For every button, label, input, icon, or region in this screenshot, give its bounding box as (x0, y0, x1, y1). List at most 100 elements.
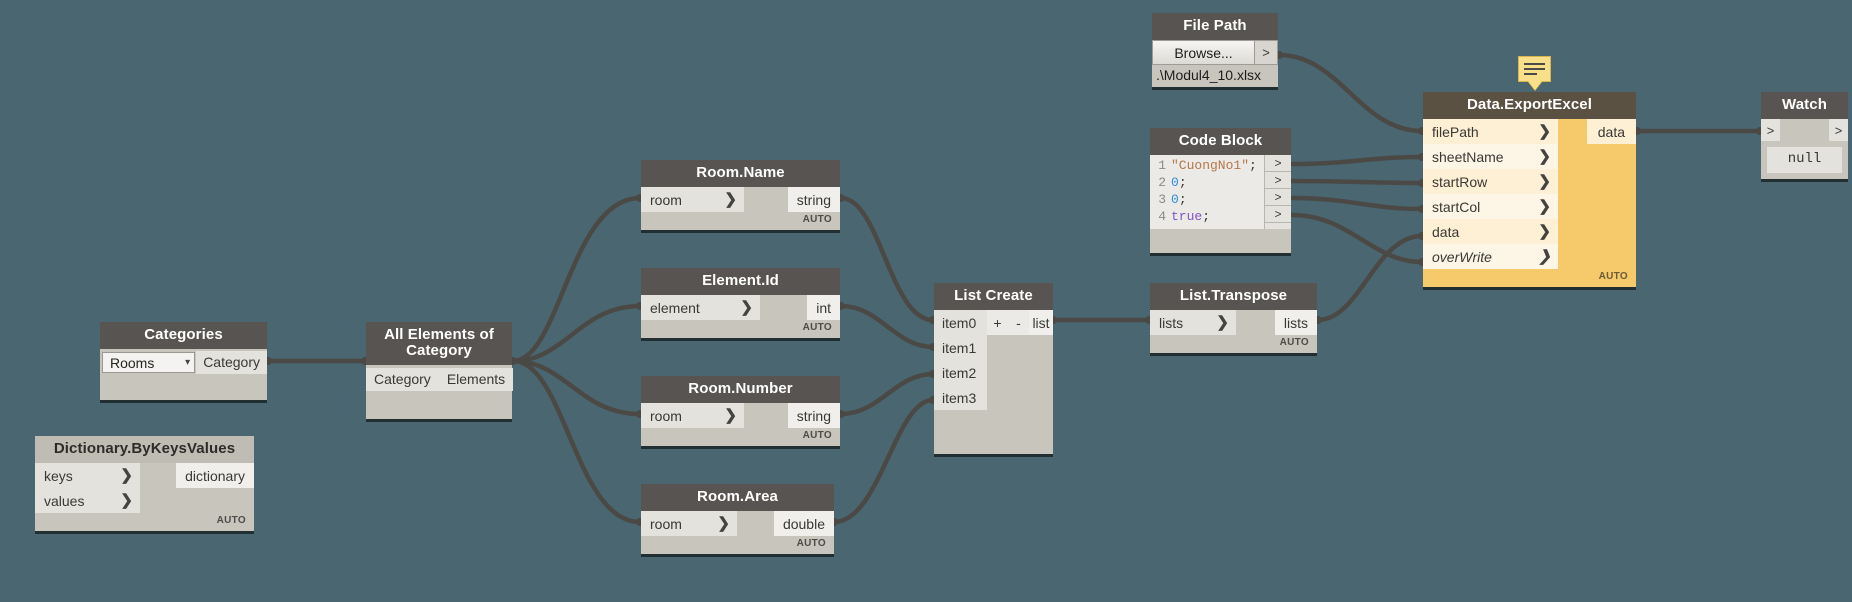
output-port-caret-1[interactable]: > (1265, 172, 1291, 189)
input-port-room[interactable]: room ❯ (641, 511, 737, 536)
output-port-string[interactable]: string (787, 187, 840, 212)
node-room-name[interactable]: Room.Name room ❯ string AUTO (641, 160, 840, 230)
node-gap (1780, 119, 1829, 141)
note-icon[interactable] (1518, 56, 1551, 90)
node-categories[interactable]: Categories Rooms ▾ Category (100, 322, 267, 400)
input-port-values[interactable]: values ❯ (35, 488, 140, 513)
code-token-terminator: ; (1202, 209, 1211, 224)
output-port-double[interactable]: double (773, 511, 834, 536)
wire-layer (264, 51, 1764, 526)
node-element-id[interactable]: Element.Id element ❯ int AUTO (641, 268, 840, 338)
input-port-item2[interactable]: item2 (934, 360, 987, 385)
chevron-right-icon: ❯ (1538, 173, 1551, 190)
input-port-caret[interactable]: > (1761, 119, 1780, 141)
dynamo-canvas[interactable]: Categories Rooms ▾ Category All Elements… (0, 0, 1852, 602)
node-title: List.Transpose (1150, 283, 1317, 310)
output-port-category[interactable]: Category (196, 351, 267, 374)
input-port-label: room (650, 191, 682, 208)
node-gap (737, 511, 774, 536)
chevron-right-icon: ❯ (717, 515, 730, 532)
input-port-label: element (650, 299, 700, 316)
output-port-elements[interactable]: Elements (438, 368, 514, 391)
code-token-terminator: ; (1178, 192, 1187, 207)
node-footer-auto: AUTO (1423, 269, 1636, 287)
input-port-label: room (650, 407, 682, 424)
node-title: Data.ExportExcel (1423, 92, 1636, 119)
input-port-startrow[interactable]: startRow ❯ (1423, 169, 1558, 194)
node-data-export-excel[interactable]: Data.ExportExcel filePath ❯ data sheetNa… (1423, 92, 1636, 287)
node-gap (760, 295, 807, 320)
dropdown-value: Rooms (110, 354, 155, 371)
remove-input-button[interactable]: - (1008, 310, 1029, 335)
browse-button[interactable]: Browse... (1152, 40, 1255, 65)
node-room-number[interactable]: Room.Number room ❯ string AUTO (641, 376, 840, 446)
input-port-overwrite[interactable]: overWrite ❯ (1423, 244, 1558, 269)
output-port-gutter: > > > > (1264, 155, 1291, 229)
node-dictionary-by-keys-values[interactable]: Dictionary.ByKeysValues keys ❯ dictionar… (35, 436, 254, 531)
node-title: All Elements of Category (366, 322, 512, 365)
chevron-right-icon: ❯ (1538, 248, 1551, 265)
node-pad (366, 391, 512, 419)
add-input-button[interactable]: + (987, 310, 1008, 335)
node-title: Categories (100, 322, 267, 349)
node-pad (1150, 229, 1291, 253)
node-room-area[interactable]: Room.Area room ❯ double AUTO (641, 484, 834, 554)
output-port-caret[interactable]: > (1255, 40, 1278, 65)
input-port-label: startCol (1432, 198, 1481, 215)
input-port-label: filePath (1432, 123, 1479, 140)
code-line: 2 0; (1150, 174, 1264, 191)
line-number: 1 (1158, 158, 1166, 173)
node-file-path[interactable]: File Path Browse... > .\Modul4_10.xlsx (1152, 13, 1278, 87)
output-port-list[interactable]: list (1029, 310, 1053, 335)
node-all-elements-of-category[interactable]: All Elements of Category Category Elemen… (366, 322, 514, 419)
node-title: Code Block (1150, 128, 1291, 155)
input-port-label: values (44, 492, 85, 509)
input-port-item0[interactable]: item0 (934, 310, 987, 335)
output-port-caret-2[interactable]: > (1265, 189, 1291, 206)
input-port-item3[interactable]: item3 (934, 385, 987, 410)
node-title: Dictionary.ByKeysValues (35, 436, 254, 463)
output-port-string[interactable]: string (787, 403, 840, 428)
output-port-caret-3[interactable]: > (1265, 206, 1291, 223)
input-port-label: startRow (1432, 173, 1488, 190)
output-port-int[interactable]: int (807, 295, 840, 320)
node-footer-auto: AUTO (641, 212, 840, 230)
chevron-right-icon: ❯ (1216, 314, 1229, 331)
input-port-category[interactable]: Category (366, 368, 439, 391)
input-port-lists[interactable]: lists ❯ (1150, 310, 1236, 335)
node-watch[interactable]: Watch > > null (1761, 92, 1848, 179)
output-port-lists[interactable]: lists (1274, 310, 1317, 335)
chevron-right-icon: ❯ (1538, 148, 1551, 165)
watch-value: null (1767, 147, 1842, 173)
node-list-create[interactable]: List Create item0 + - list item1 item2 i… (934, 283, 1053, 454)
output-port-data[interactable]: data (1586, 119, 1636, 144)
output-port-caret[interactable]: > (1829, 119, 1848, 141)
chevron-right-icon: ❯ (724, 407, 737, 424)
input-port-element[interactable]: element ❯ (641, 295, 760, 320)
code-editor[interactable]: 1 "CuongNo1"; 2 0; 3 0; 4 true; (1150, 155, 1264, 229)
chevron-right-icon: ❯ (1538, 198, 1551, 215)
code-line: 3 0; (1150, 191, 1264, 208)
node-title: File Path (1152, 13, 1278, 40)
input-port-startcol[interactable]: startCol ❯ (1423, 194, 1558, 219)
input-port-room[interactable]: room ❯ (641, 403, 744, 428)
node-list-transpose[interactable]: List.Transpose lists ❯ lists AUTO (1150, 283, 1317, 353)
output-port-dictionary[interactable]: dictionary (176, 463, 254, 488)
input-port-filepath[interactable]: filePath ❯ (1423, 119, 1558, 144)
categories-dropdown[interactable]: Rooms ▾ (102, 352, 196, 373)
node-footer-auto: AUTO (641, 536, 834, 554)
input-port-label: overWrite (1432, 248, 1492, 265)
output-port-caret-0[interactable]: > (1265, 155, 1291, 172)
input-port-room[interactable]: room ❯ (641, 187, 744, 212)
chevron-right-icon: ❯ (120, 492, 133, 509)
input-port-item1[interactable]: item1 (934, 335, 987, 360)
input-port-label: keys (44, 467, 73, 484)
code-token-value: true (1171, 209, 1203, 224)
input-port-data[interactable]: data ❯ (1423, 219, 1558, 244)
input-port-sheetname[interactable]: sheetName ❯ (1423, 144, 1558, 169)
chevron-right-icon: ❯ (724, 191, 737, 208)
input-port-keys[interactable]: keys ❯ (35, 463, 140, 488)
line-number: 3 (1158, 192, 1166, 207)
node-title: List Create (934, 283, 1053, 310)
node-code-block[interactable]: Code Block 1 "CuongNo1"; 2 0; 3 0; 4 tru… (1150, 128, 1291, 253)
